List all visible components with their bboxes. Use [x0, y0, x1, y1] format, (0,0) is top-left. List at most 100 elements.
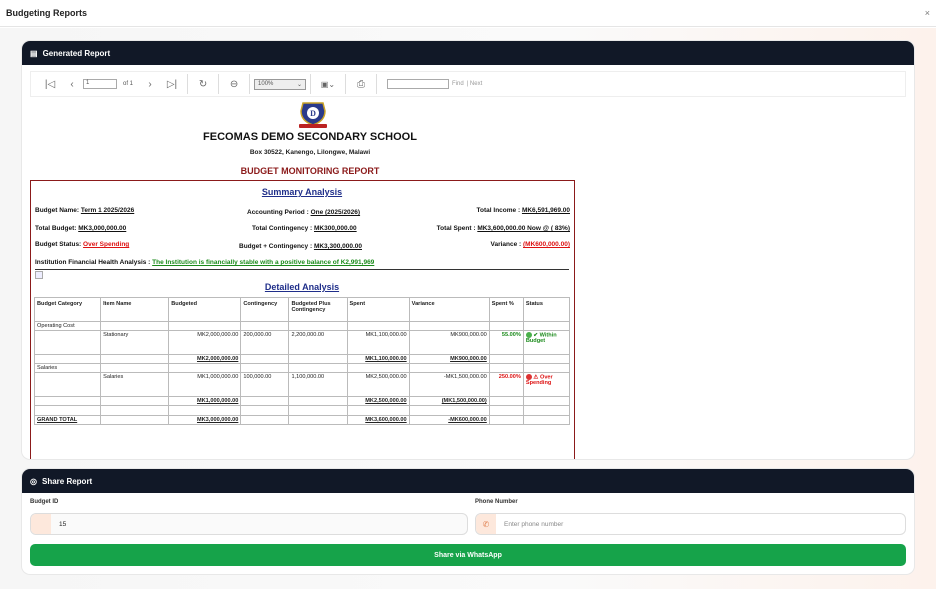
modal-body: ▤ Generated Report |◁ ‹ 1 of 1 › ▷| ↻ ⊖ …: [0, 28, 936, 589]
subtotal-budgeted-cell: MK2,000,000.00: [168, 354, 242, 364]
category-cell: Operating Cost: [33, 321, 102, 331]
budgeted-cell: MK1,000,000.00: [168, 372, 242, 397]
print-icon[interactable]: ⎙: [350, 75, 372, 93]
next-page-icon[interactable]: ›: [139, 75, 161, 93]
budget-name-label: Budget Name:: [35, 207, 80, 214]
page-number-input[interactable]: 1: [83, 79, 117, 89]
budget-plus-contingency-value: MK3,300,000.00: [313, 243, 362, 250]
total-spent-row: Total Spent : MK3,600,000.00 Now @ ( 83%…: [437, 225, 570, 232]
variance-label: Variance :: [490, 241, 522, 248]
status-cell: ✔ Within Budget: [522, 330, 571, 355]
summary-title: Summary Analysis: [261, 187, 343, 197]
budget-id-addon: [31, 514, 51, 534]
subtotal-spent-cell: MK2,500,000.00: [346, 396, 410, 406]
subtotal-budgeted-cell: MK1,000,000.00: [168, 396, 242, 406]
column-header: Status: [522, 297, 571, 322]
total-contingency-row: Total Contingency : MK300,000.00: [252, 225, 357, 232]
share-via-whatsapp-button[interactable]: Share via WhatsApp: [30, 544, 906, 566]
svg-text:D: D: [310, 109, 316, 118]
budget-status-row: Budget Status: Over Spending: [35, 241, 129, 248]
budget-plus-contingency-label: Budget + Contingency :: [239, 243, 313, 250]
column-header: Spent %: [488, 297, 524, 322]
budget-name-value: Term 1 2025/2026: [80, 207, 135, 214]
item-name-cell: Stationary: [100, 330, 170, 355]
budget-plus-contingency-cell: 1,100,000.00: [288, 372, 348, 397]
column-header: Contingency: [240, 297, 290, 322]
grand-variance-cell: -MK600,000.00: [408, 415, 490, 425]
budget-id-label: Budget ID: [30, 499, 59, 505]
document-icon: ▤: [30, 48, 38, 58]
subtotal-row: MK2,000,000.00 MK1,100,000.00 MK900,000.…: [33, 354, 571, 364]
grand-total-row: GRAND TOTAL MK3,000,000.00 MK3,600,000.0…: [33, 415, 571, 425]
subtotal-variance-cell: MK900,000.00: [408, 354, 490, 364]
table-header-row: Budget Category Item Name Budgeted Conti…: [33, 297, 571, 322]
refresh-icon[interactable]: ↻: [192, 75, 214, 93]
report-viewer-toolbar: |◁ ‹ 1 of 1 › ▷| ↻ ⊖ 100% ⌄ ▣⌄ ⎙ Find | N…: [30, 71, 906, 97]
page-count-label: of 1: [123, 81, 134, 87]
column-header: Item Name: [100, 297, 170, 322]
column-header: Budget Category: [33, 297, 102, 322]
health-analysis-value: The Institution is financially stable wi…: [152, 259, 375, 266]
find-link[interactable]: Find: [452, 81, 464, 87]
accounting-period-row: Accounting Period : One (2025/2026): [247, 209, 360, 216]
contingency-cell: 200,000.00: [240, 330, 290, 355]
phone-number-field[interactable]: ✆ Enter phone number: [475, 513, 906, 535]
column-header: Budgeted: [168, 297, 242, 322]
modal-title: Budgeting Reports: [6, 8, 87, 18]
spacer-row: [33, 405, 571, 416]
share-report-title: Share Report: [41, 476, 93, 486]
first-page-icon[interactable]: |◁: [39, 75, 61, 93]
detailed-title: Detailed Analysis: [264, 282, 340, 292]
zoom-select[interactable]: 100% ⌄: [254, 78, 307, 90]
total-spent-label: Total Spent :: [436, 225, 476, 232]
status-dot-icon: [525, 332, 532, 338]
back-icon[interactable]: ⊖: [223, 75, 245, 93]
find-next-link[interactable]: | Next: [467, 81, 483, 87]
last-page-icon[interactable]: ▷|: [161, 75, 183, 93]
column-header: Spent: [346, 297, 410, 322]
toolbar-divider: [187, 74, 189, 94]
previous-page-icon[interactable]: ‹: [61, 75, 83, 93]
share-report-card: ◎ Share Report Budget ID 15 Phone Number…: [22, 469, 914, 574]
budget-id-value: 15: [59, 520, 67, 528]
status-dot-icon: [525, 374, 532, 380]
whatsapp-icon: ◎: [30, 476, 37, 486]
total-spent-value: MK3,600,000.00 Now @ ( 83%): [477, 225, 570, 232]
phone-icon: ✆: [476, 514, 496, 534]
budget-plus-contingency-cell: 2,200,000.00: [288, 330, 348, 355]
column-header: Variance: [408, 297, 490, 322]
spent-percent-cell: 55.00%: [488, 330, 524, 355]
budget-status-label: Budget Status:: [35, 241, 82, 248]
column-header: Budgeted Plus Contingency: [288, 297, 348, 322]
school-address: Box 30522, Kanengo, Lilongwe, Malawi: [249, 149, 371, 156]
find-input[interactable]: [387, 79, 450, 89]
section-divider: [35, 269, 569, 270]
spent-cell: MK2,500,000.00: [346, 372, 410, 397]
variance-cell: MK900,000.00: [408, 330, 490, 355]
table-row: Salaries: [33, 363, 571, 373]
total-budget-value: MK3,000,000.00: [78, 225, 127, 232]
grand-budgeted-cell: MK3,000,000.00: [168, 415, 242, 425]
modal-header: Budgeting Reports ×: [0, 0, 936, 27]
detailed-analysis-table: Budget Category Item Name Budgeted Conti…: [33, 297, 571, 425]
health-analysis-label: Institution Financial Health Analysis :: [35, 259, 151, 266]
item-name-cell: Salaries: [100, 372, 170, 397]
contingency-cell: 100,000.00: [240, 372, 290, 397]
zoom-value: 100%: [258, 81, 274, 87]
budgeted-cell: MK2,000,000.00: [168, 330, 242, 355]
total-contingency-value: MK300,000.00: [314, 225, 357, 232]
broken-image-icon: [35, 271, 43, 279]
report-frame: Summary Analysis Budget Name: Term 1 202…: [30, 180, 575, 459]
subtotal-row: MK1,000,000.00 MK2,500,000.00 (MK1,500,0…: [33, 396, 571, 406]
report-document: D FECOMAS DEMO SECONDARY SCHOOL Box 3052…: [30, 99, 600, 459]
subtotal-spent-cell: MK1,100,000.00: [346, 354, 410, 364]
total-budget-label: Total Budget:: [35, 225, 77, 232]
total-contingency-label: Total Contingency :: [252, 225, 313, 232]
close-icon[interactable]: ×: [925, 8, 930, 18]
grand-spent-cell: MK3,600,000.00: [346, 415, 410, 425]
accounting-period-label: Accounting Period :: [247, 209, 309, 216]
total-income-label: Total Income :: [476, 207, 521, 214]
budget-id-field[interactable]: 15: [30, 513, 468, 535]
school-name: FECOMAS DEMO SECONDARY SCHOOL: [203, 131, 417, 143]
save-icon[interactable]: ▣⌄: [315, 75, 341, 93]
